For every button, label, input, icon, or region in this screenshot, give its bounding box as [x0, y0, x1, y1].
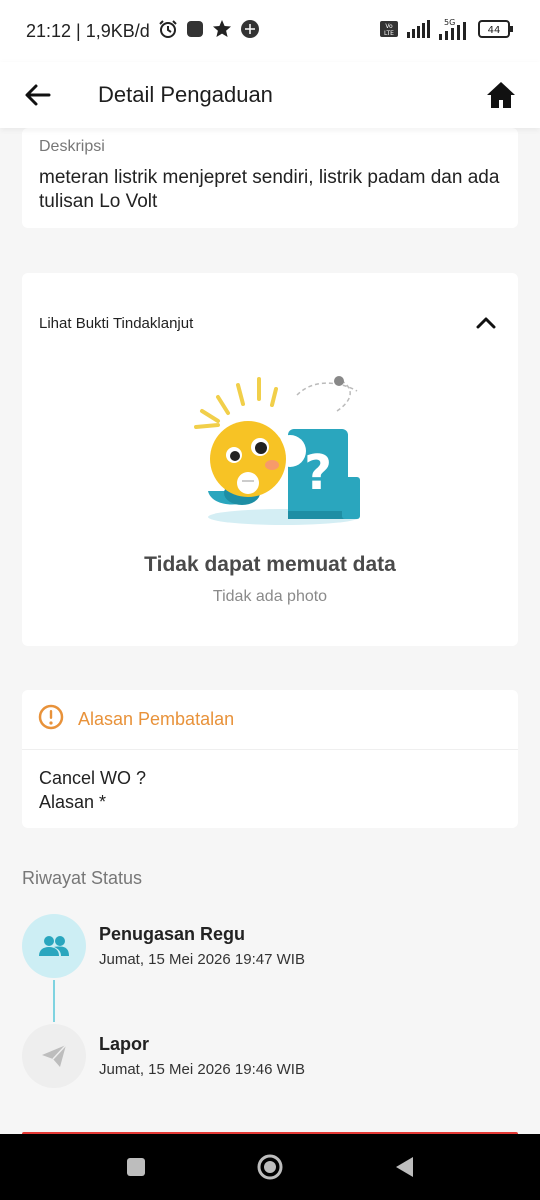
status-time: 21:12 | 1,9KB/d: [26, 20, 150, 41]
cancellation-title: Alasan Pembatalan: [78, 709, 235, 729]
svg-text:LTE: LTE: [384, 30, 394, 37]
battery-icon: 44: [478, 19, 514, 43]
triangle-back-icon: [396, 1157, 413, 1177]
cancellation-header: Alasan Pembatalan: [22, 690, 518, 750]
cancellation-line-2: Alasan *: [39, 792, 107, 812]
paper-plane-icon: [22, 1024, 86, 1088]
description-label: Deskripsi: [39, 138, 105, 155]
signal-icon: [406, 19, 430, 43]
volte-icon: Vo LTE: [380, 20, 398, 42]
timeline-status-name: Penugasan Regu: [99, 924, 246, 944]
chevron-up-icon[interactable]: [471, 308, 501, 338]
app-bar: Detail Pengaduan: [0, 62, 540, 128]
cancellation-line-1: Cancel WO ?: [39, 768, 147, 788]
alarm-icon: [158, 19, 178, 44]
timeline-status-name: Lapor: [99, 1034, 150, 1054]
proof-label: Lihat Bukti Tindaklanjut: [39, 314, 194, 332]
timeline-status-date: Jumat, 15 Mei 2026 19:47 WIB: [99, 951, 305, 968]
status-bar: 21:12 | 1,9KB/d Vo LTE 5G 44: [0, 0, 540, 62]
timeline-item: Penugasan Regu Jumat, 15 Mei 2026 19:47 …: [22, 914, 518, 978]
cancellation-card: Alasan Pembatalan Cancel WO ? Alasan *: [22, 690, 518, 828]
arrow-left-icon: [25, 84, 51, 106]
svg-text:Vo: Vo: [385, 23, 393, 30]
page-title: Detail Pengaduan: [98, 82, 273, 107]
content-scroll[interactable]: Deskripsi meteran listrik menjepret send…: [0, 128, 540, 1134]
svg-text:?: ?: [304, 445, 332, 501]
home-button[interactable]: [480, 74, 522, 116]
back-nav-button[interactable]: [382, 1145, 426, 1189]
empty-state-illustration: ?: [172, 371, 372, 531]
warning-circle-icon: [38, 704, 64, 735]
timeline-status-date: Jumat, 15 Mei 2026 19:46 WIB: [99, 1061, 305, 1078]
back-button[interactable]: [0, 62, 76, 128]
signal-5g-icon: 5G: [438, 18, 470, 45]
home-nav-button[interactable]: [248, 1145, 292, 1189]
history-title: Riwayat Status: [22, 868, 143, 888]
app-square-icon: [186, 20, 204, 43]
system-nav-bar: [0, 1134, 540, 1200]
cancellation-body: Cancel WO ? Alasan *: [22, 750, 518, 830]
recents-button[interactable]: [114, 1145, 158, 1189]
battery-level: 44: [488, 25, 501, 36]
group-icon: [22, 914, 86, 978]
network-label: 5G: [444, 18, 455, 27]
timeline-item: Lapor Jumat, 15 Mei 2026 19:46 WIB: [22, 1024, 518, 1088]
star-icon: [212, 19, 232, 44]
proof-toggle[interactable]: Lihat Bukti Tindaklanjut: [22, 273, 518, 373]
empty-state-subtitle: Tidak ada photo: [212, 588, 328, 605]
empty-state-title: Tidak dapat memuat data: [144, 553, 396, 576]
timeline-connector: [53, 980, 55, 1022]
square-icon: [127, 1158, 145, 1176]
proof-card: Lihat Bukti Tindaklanjut ? Tidak dapat m…: [22, 273, 518, 646]
description-card: Deskripsi meteran listrik menjepret send…: [22, 128, 518, 228]
sync-icon: [240, 19, 260, 44]
circle-home-icon: [257, 1154, 283, 1180]
home-icon: [487, 82, 515, 108]
description-text: meteran listrik menjepret sendiri, listr…: [39, 167, 500, 212]
